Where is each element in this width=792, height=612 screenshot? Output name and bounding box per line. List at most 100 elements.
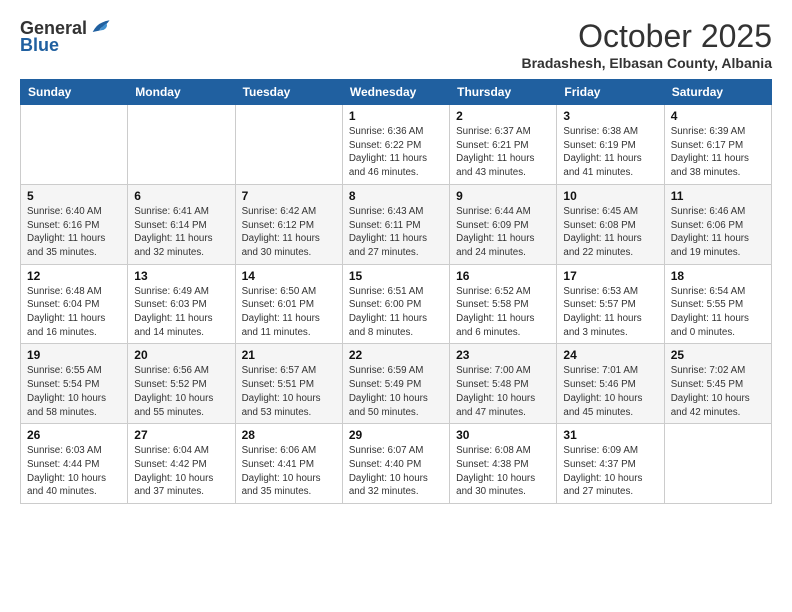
day-number: 30 <box>456 428 550 442</box>
day-number: 20 <box>134 348 228 362</box>
day-info: Sunrise: 6:57 AM Sunset: 5:51 PM Dayligh… <box>242 364 336 419</box>
table-row: 11Sunrise: 6:46 AM Sunset: 6:06 PM Dayli… <box>664 184 771 264</box>
day-info: Sunrise: 6:48 AM Sunset: 6:04 PM Dayligh… <box>27 285 121 340</box>
table-row: 20 Sunrise: 6:56 AM Sunset: 5:52 PM Dayli… <box>128 344 235 424</box>
day-info: Sunrise: 6:43 AM Sunset: 6:11 PM Dayligh… <box>349 205 443 260</box>
header-monday: Monday <box>128 80 235 105</box>
day-info: Sunrise: 6:59 AM Sunset: 5:49 PM Dayligh… <box>349 364 443 419</box>
day-number: 5 <box>27 189 121 203</box>
month-title: October 2025 <box>521 18 772 55</box>
header-thursday: Thursday <box>450 80 557 105</box>
day-info: Sunrise: 6:39 AM Sunset: 6:17 PM Dayligh… <box>671 125 765 180</box>
day-number: 21 <box>242 348 336 362</box>
subtitle: Bradashesh, Elbasan County, Albania <box>521 55 772 71</box>
calendar-table: Sunday Monday Tuesday Wednesday Thursday… <box>20 79 772 504</box>
day-info: Sunrise: 6:49 AM Sunset: 6:03 PM Dayligh… <box>134 285 228 340</box>
table-row: 27 Sunrise: 6:04 AM Sunset: 4:42 PM Dayli… <box>128 424 235 504</box>
table-row <box>21 105 128 185</box>
day-number: 6 <box>134 189 228 203</box>
day-number: 18 <box>671 269 765 283</box>
day-info: Sunrise: 7:02 AM Sunset: 5:45 PM Dayligh… <box>671 364 765 419</box>
header-friday: Friday <box>557 80 664 105</box>
day-info: Sunrise: 6:54 AM Sunset: 5:55 PM Dayligh… <box>671 285 765 340</box>
day-info: Sunrise: 6:44 AM Sunset: 6:09 PM Dayligh… <box>456 205 550 260</box>
day-number: 26 <box>27 428 121 442</box>
day-info: Sunrise: 6:40 AM Sunset: 6:16 PM Dayligh… <box>27 205 121 260</box>
day-number: 27 <box>134 428 228 442</box>
table-row: 16 Sunrise: 6:52 AM Sunset: 5:58 PM Dayli… <box>450 264 557 344</box>
calendar-week-row: 5 Sunrise: 6:40 AM Sunset: 6:16 PM Daylig… <box>21 184 772 264</box>
table-row: 31Sunrise: 6:09 AM Sunset: 4:37 PM Dayli… <box>557 424 664 504</box>
day-number: 31 <box>563 428 657 442</box>
day-info: Sunrise: 6:55 AM Sunset: 5:54 PM Dayligh… <box>27 364 121 419</box>
calendar-header-row: Sunday Monday Tuesday Wednesday Thursday… <box>21 80 772 105</box>
day-info: Sunrise: 6:06 AM Sunset: 4:41 PM Dayligh… <box>242 444 336 499</box>
table-row: 25 Sunrise: 7:02 AM Sunset: 5:45 PM Dayli… <box>664 344 771 424</box>
table-row: 7 Sunrise: 6:42 AM Sunset: 6:12 PM Daylig… <box>235 184 342 264</box>
day-number: 3 <box>563 109 657 123</box>
day-info: Sunrise: 7:00 AM Sunset: 5:48 PM Dayligh… <box>456 364 550 419</box>
header-sunday: Sunday <box>21 80 128 105</box>
day-number: 10 <box>563 189 657 203</box>
table-row: 15Sunrise: 6:51 AM Sunset: 6:00 PM Dayli… <box>342 264 449 344</box>
day-number: 29 <box>349 428 443 442</box>
table-row: 22 Sunrise: 6:59 AM Sunset: 5:49 PM Dayli… <box>342 344 449 424</box>
table-row <box>128 105 235 185</box>
table-row: 19 Sunrise: 6:55 AM Sunset: 5:54 PM Dayli… <box>21 344 128 424</box>
calendar-week-row: 12 Sunrise: 6:48 AM Sunset: 6:04 PM Dayli… <box>21 264 772 344</box>
table-row <box>664 424 771 504</box>
day-info: Sunrise: 6:56 AM Sunset: 5:52 PM Dayligh… <box>134 364 228 419</box>
day-info: Sunrise: 6:52 AM Sunset: 5:58 PM Dayligh… <box>456 285 550 340</box>
title-section: October 2025 Bradashesh, Elbasan County,… <box>521 18 772 71</box>
day-number: 16 <box>456 269 550 283</box>
table-row: 18 Sunrise: 6:54 AM Sunset: 5:55 PM Dayli… <box>664 264 771 344</box>
day-number: 12 <box>27 269 121 283</box>
day-number: 4 <box>671 109 765 123</box>
logo-bird-icon <box>89 17 111 39</box>
day-number: 19 <box>27 348 121 362</box>
day-number: 17 <box>563 269 657 283</box>
day-info: Sunrise: 6:36 AM Sunset: 6:22 PM Dayligh… <box>349 125 443 180</box>
day-info: Sunrise: 6:42 AM Sunset: 6:12 PM Dayligh… <box>242 205 336 260</box>
day-number: 1 <box>349 109 443 123</box>
table-row: 13 Sunrise: 6:49 AM Sunset: 6:03 PM Dayli… <box>128 264 235 344</box>
calendar-week-row: 1 Sunrise: 6:36 AM Sunset: 6:22 PM Daylig… <box>21 105 772 185</box>
table-row: 5 Sunrise: 6:40 AM Sunset: 6:16 PM Daylig… <box>21 184 128 264</box>
table-row: 9Sunrise: 6:44 AM Sunset: 6:09 PM Daylig… <box>450 184 557 264</box>
table-row: 26 Sunrise: 6:03 AM Sunset: 4:44 PM Dayli… <box>21 424 128 504</box>
day-number: 23 <box>456 348 550 362</box>
day-info: Sunrise: 7:01 AM Sunset: 5:46 PM Dayligh… <box>563 364 657 419</box>
day-number: 25 <box>671 348 765 362</box>
table-row: 10Sunrise: 6:45 AM Sunset: 6:08 PM Dayli… <box>557 184 664 264</box>
header-saturday: Saturday <box>664 80 771 105</box>
day-info: Sunrise: 6:53 AM Sunset: 5:57 PM Dayligh… <box>563 285 657 340</box>
table-row: 24 Sunrise: 7:01 AM Sunset: 5:46 PM Dayli… <box>557 344 664 424</box>
day-number: 28 <box>242 428 336 442</box>
day-info: Sunrise: 6:50 AM Sunset: 6:01 PM Dayligh… <box>242 285 336 340</box>
table-row: 23 Sunrise: 7:00 AM Sunset: 5:48 PM Dayli… <box>450 344 557 424</box>
day-info: Sunrise: 6:08 AM Sunset: 4:38 PM Dayligh… <box>456 444 550 499</box>
day-number: 22 <box>349 348 443 362</box>
day-number: 2 <box>456 109 550 123</box>
day-number: 14 <box>242 269 336 283</box>
table-row: 21 Sunrise: 6:57 AM Sunset: 5:51 PM Dayli… <box>235 344 342 424</box>
day-number: 13 <box>134 269 228 283</box>
day-number: 8 <box>349 189 443 203</box>
table-row: 30 Sunrise: 6:08 AM Sunset: 4:38 PM Dayli… <box>450 424 557 504</box>
day-info: Sunrise: 6:41 AM Sunset: 6:14 PM Dayligh… <box>134 205 228 260</box>
table-row: 6 Sunrise: 6:41 AM Sunset: 6:14 PM Daylig… <box>128 184 235 264</box>
page: General Blue October 2025 Bradashesh, El… <box>0 0 792 612</box>
table-row: 29 Sunrise: 6:07 AM Sunset: 4:40 PM Dayli… <box>342 424 449 504</box>
header-tuesday: Tuesday <box>235 80 342 105</box>
day-info: Sunrise: 6:04 AM Sunset: 4:42 PM Dayligh… <box>134 444 228 499</box>
day-number: 7 <box>242 189 336 203</box>
table-row: 4 Sunrise: 6:39 AM Sunset: 6:17 PM Daylig… <box>664 105 771 185</box>
day-info: Sunrise: 6:46 AM Sunset: 6:06 PM Dayligh… <box>671 205 765 260</box>
day-number: 24 <box>563 348 657 362</box>
table-row: 2Sunrise: 6:37 AM Sunset: 6:21 PM Daylig… <box>450 105 557 185</box>
day-info: Sunrise: 6:03 AM Sunset: 4:44 PM Dayligh… <box>27 444 121 499</box>
table-row: 8 Sunrise: 6:43 AM Sunset: 6:11 PM Daylig… <box>342 184 449 264</box>
day-info: Sunrise: 6:07 AM Sunset: 4:40 PM Dayligh… <box>349 444 443 499</box>
calendar-week-row: 19 Sunrise: 6:55 AM Sunset: 5:54 PM Dayli… <box>21 344 772 424</box>
table-row: 17 Sunrise: 6:53 AM Sunset: 5:57 PM Dayli… <box>557 264 664 344</box>
